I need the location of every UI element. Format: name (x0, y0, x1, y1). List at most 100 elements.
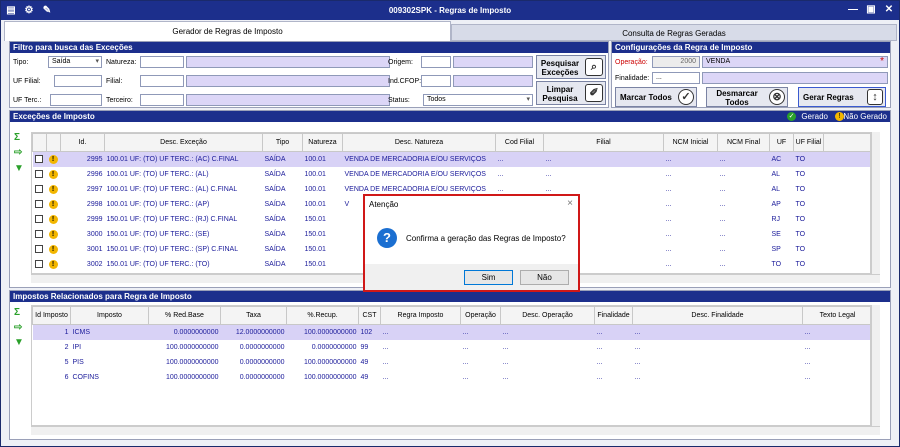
col-tipo[interactable]: Tipo (262, 133, 303, 152)
cell-tipo: SAÍDA (264, 170, 286, 178)
minimize-icon[interactable]: — (845, 3, 861, 17)
cell-uf: RJ (771, 215, 781, 223)
row-checkbox[interactable] (34, 230, 43, 238)
row-checkbox[interactable] (34, 155, 43, 164)
ind-cfop-code-input[interactable] (421, 75, 451, 87)
excecoes-vscroll[interactable] (871, 132, 880, 274)
origem-desc-input[interactable] (453, 56, 533, 68)
row-checkbox[interactable] (34, 185, 43, 193)
uf-terc-input[interactable] (50, 94, 102, 106)
cell-filial: ... (545, 170, 552, 178)
row-checkbox[interactable] (34, 170, 43, 178)
cell-desc: 100.01 UF: (TO) UF TERC.: (AL) (106, 170, 209, 178)
col-desc-finalidade[interactable]: Desc. Finalidade (632, 306, 803, 325)
cell-ncm-final: ... (719, 260, 726, 268)
col-filial[interactable]: Filial (543, 133, 664, 152)
export-icon[interactable]: ⇨ (14, 322, 22, 333)
cell-uf-filial: TO (795, 185, 806, 193)
sim-button[interactable]: Sim (464, 270, 513, 285)
operacao-desc-input[interactable]: VENDA * (702, 56, 888, 68)
uf-filial-label: UF Filial: (13, 78, 41, 85)
filter-header: Filtro para busca das Exceções (10, 42, 608, 53)
table-row[interactable]: 1 ICMS 0.0000000000 12.0000000000 100.000000… (32, 324, 870, 340)
gerar-regras-button[interactable]: Gerar Regras ↕ (798, 87, 886, 107)
col-texto-legal[interactable]: Texto Legal (802, 306, 870, 325)
table-row[interactable]: ! 2995 100.01 UF: (TO) UF TERC.: (AC) C.FI… (32, 151, 870, 167)
tab-consulta[interactable]: Consulta de Regras Geradas (451, 24, 897, 41)
uf-filial-input[interactable] (54, 75, 102, 87)
col-cst[interactable]: CST (358, 306, 381, 325)
nao-button[interactable]: Não (520, 270, 569, 285)
col-red-base[interactable]: % Red.Base (148, 306, 221, 325)
origem-label: Origem: (388, 59, 413, 66)
natureza-code-input[interactable] (140, 56, 184, 68)
desmarcar-todos-button[interactable]: Desmarcar Todos ⊗ (706, 87, 788, 107)
col-operacao[interactable]: Operação (460, 306, 501, 325)
impostos-hscroll[interactable] (31, 426, 880, 435)
col-desc-operacao[interactable]: Desc. Operação (500, 306, 595, 325)
col-regra-imposto[interactable]: Regra Imposto (380, 306, 461, 325)
cell-tipo: SAÍDA (264, 260, 286, 268)
col-check (32, 133, 47, 152)
col-ncm-final[interactable]: NCM Final (717, 133, 770, 152)
filter-icon[interactable]: ▼ (14, 337, 24, 348)
operacao-code-input[interactable]: 2000 (652, 56, 700, 68)
finalidade-code-input[interactable]: ... (652, 72, 700, 84)
col-cod-filial[interactable]: Cod Filial (495, 133, 544, 152)
cell-texto-legal: ... (804, 343, 811, 351)
natureza-desc-input[interactable] (186, 56, 390, 68)
col-imposto[interactable]: Imposto (70, 306, 149, 325)
cell-uf-filial: TO (795, 245, 806, 253)
terceiro-code-input[interactable] (140, 94, 184, 106)
sum-icon[interactable]: Σ (14, 307, 20, 318)
col-finalidade[interactable]: Finalidade (594, 306, 633, 325)
tipo-select[interactable]: Saída ▾ (48, 56, 102, 68)
table-row[interactable]: ! 2996 100.01 UF: (TO) UF TERC.: (AL) SAÍDA… (33, 167, 871, 182)
col-recup[interactable]: %.Recup. (286, 306, 359, 325)
row-checkbox[interactable] (34, 260, 43, 268)
table-row[interactable]: 6 COFINS 100.0000000000 0.0000000000 100.000… (33, 370, 871, 385)
impostos-vscroll[interactable] (871, 305, 880, 426)
col-desc-excecao[interactable]: Desc. Exceção (104, 133, 263, 152)
status-select[interactable]: Todos ▾ (423, 94, 533, 106)
limpar-button[interactable]: Limpar Pesquisa ✐ (536, 81, 606, 105)
col-taxa[interactable]: Taxa (220, 306, 287, 325)
close-icon[interactable]: ✕ (881, 3, 897, 17)
col-ncm-inicial[interactable]: NCM Inicial (663, 133, 718, 152)
origem-code-input[interactable] (421, 56, 451, 68)
search-icon: ⌕ (585, 58, 603, 76)
col-uf[interactable]: UF (769, 133, 794, 152)
terceiro-desc-input[interactable] (186, 94, 390, 106)
table-row[interactable]: 2 IPI 100.0000000000 0.0000000000 0.00000000… (33, 340, 871, 355)
row-checkbox[interactable] (34, 245, 43, 253)
cell-natureza: 100.01 (302, 151, 343, 167)
cell-ncm-inicial: ... (665, 245, 672, 253)
sum-icon[interactable]: Σ (14, 132, 20, 143)
finalidade-desc-input[interactable] (702, 72, 888, 84)
filial-code-input[interactable] (140, 75, 184, 87)
pesquisar-button[interactable]: Pesquisar Exceções ⌕ (536, 55, 606, 79)
dialog-close-icon[interactable]: × (567, 198, 573, 209)
row-checkbox[interactable] (34, 200, 43, 208)
ind-cfop-desc-input[interactable] (453, 75, 533, 87)
filter-panel: Filtro para busca das Exceções Tipo: Saí… (9, 41, 609, 108)
tab-gerador[interactable]: Gerador de Regras de Imposto (4, 21, 451, 41)
warning-icon: ! (48, 199, 58, 209)
col-id-imposto[interactable]: Id Imposto (32, 306, 71, 325)
cell-taxa: 0.0000000000 (239, 343, 285, 351)
col-id[interactable]: Id. (60, 133, 105, 152)
cell-id: 2995 (60, 151, 105, 167)
filial-desc-input[interactable] (186, 75, 390, 87)
row-checkbox[interactable] (34, 215, 43, 223)
col-uf-filial[interactable]: UF Filial (793, 133, 824, 152)
col-natureza[interactable]: Natureza (302, 133, 343, 152)
table-row[interactable]: 5 PIS 100.0000000000 0.0000000000 100.000000… (33, 355, 871, 370)
marcar-todos-button[interactable]: Marcar Todos ✓ (615, 87, 697, 107)
cell-uf: AP (771, 200, 781, 208)
impostos-grid: Id Imposto Imposto % Red.Base Taxa %.Rec… (31, 305, 871, 426)
export-icon[interactable]: ⇨ (14, 147, 22, 158)
col-desc-natureza[interactable]: Desc. Natureza (342, 133, 496, 152)
impostos-header: Impostos Relacionados para Regra de Impo… (10, 291, 890, 302)
filter-icon[interactable]: ▼ (14, 163, 24, 174)
maximize-icon[interactable]: ▣ (863, 3, 879, 17)
